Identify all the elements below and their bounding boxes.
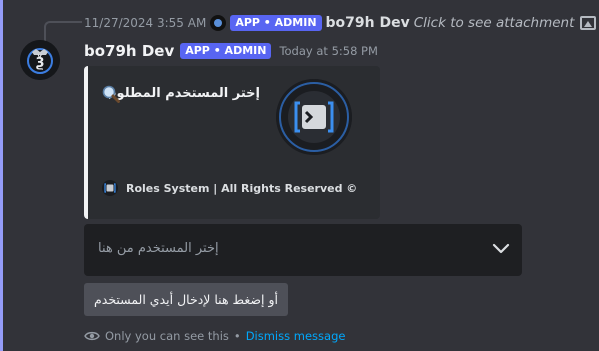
roles-logo-icon (276, 79, 352, 155)
mention-highlight-bar (0, 0, 3, 351)
reply-timestamp: 11/27/2024 3:55 AM (84, 16, 207, 30)
user-select-menu[interactable]: إختر المستخدم من هنا (84, 224, 522, 276)
footer-logo-icon (102, 180, 118, 196)
reply-preview-text[interactable]: Click to see attachment (414, 15, 575, 31)
ephemeral-text: Only you can see this (105, 329, 229, 343)
reply-app-badge: APP • ADMIN (230, 15, 322, 31)
embed-footer: Roles System | All Rights Reserved © (102, 180, 357, 196)
avatar[interactable]: Ѯ (20, 40, 60, 80)
app-badge: APP • ADMIN (180, 43, 272, 59)
message-header: bo79h Dev APP • ADMIN Today at 5:58 PM (84, 42, 378, 60)
reply-avatar[interactable] (210, 15, 227, 31)
reply-reference[interactable]: 11/27/2024 3:55 AM APP • ADMIN bo79h Dev… (84, 14, 597, 32)
message-timestamp[interactable]: Today at 5:58 PM (279, 44, 377, 58)
image-icon (580, 16, 597, 30)
ephemeral-notice: Only you can see this • Dismiss message (84, 329, 345, 343)
embed-card: إختر المستخدم المطلوب Roles System | All… (84, 66, 380, 219)
message-author[interactable]: bo79h Dev (84, 42, 174, 60)
select-placeholder: إختر المستخدم من هنا (98, 241, 219, 256)
svg-text:Ѯ: Ѯ (35, 55, 44, 71)
magnifier-icon (102, 85, 120, 103)
chevron-down-icon (492, 243, 510, 254)
avatar-logo-icon: Ѯ (20, 40, 60, 80)
embed-thumbnail[interactable] (276, 79, 352, 155)
separator-dot: • (233, 329, 241, 343)
embed-footer-text: Roles System | All Rights Reserved © (126, 181, 358, 195)
reply-author[interactable]: bo79h Dev (326, 15, 410, 31)
embed-title: إختر المستخدم المطلوب (103, 86, 260, 101)
dismiss-message-link[interactable]: Dismiss message (246, 329, 346, 343)
eye-icon (84, 331, 100, 341)
enter-user-id-button[interactable]: أو إضغط هنا لإدخال أيدي المستخدم (84, 283, 288, 316)
reply-spine (44, 21, 82, 41)
